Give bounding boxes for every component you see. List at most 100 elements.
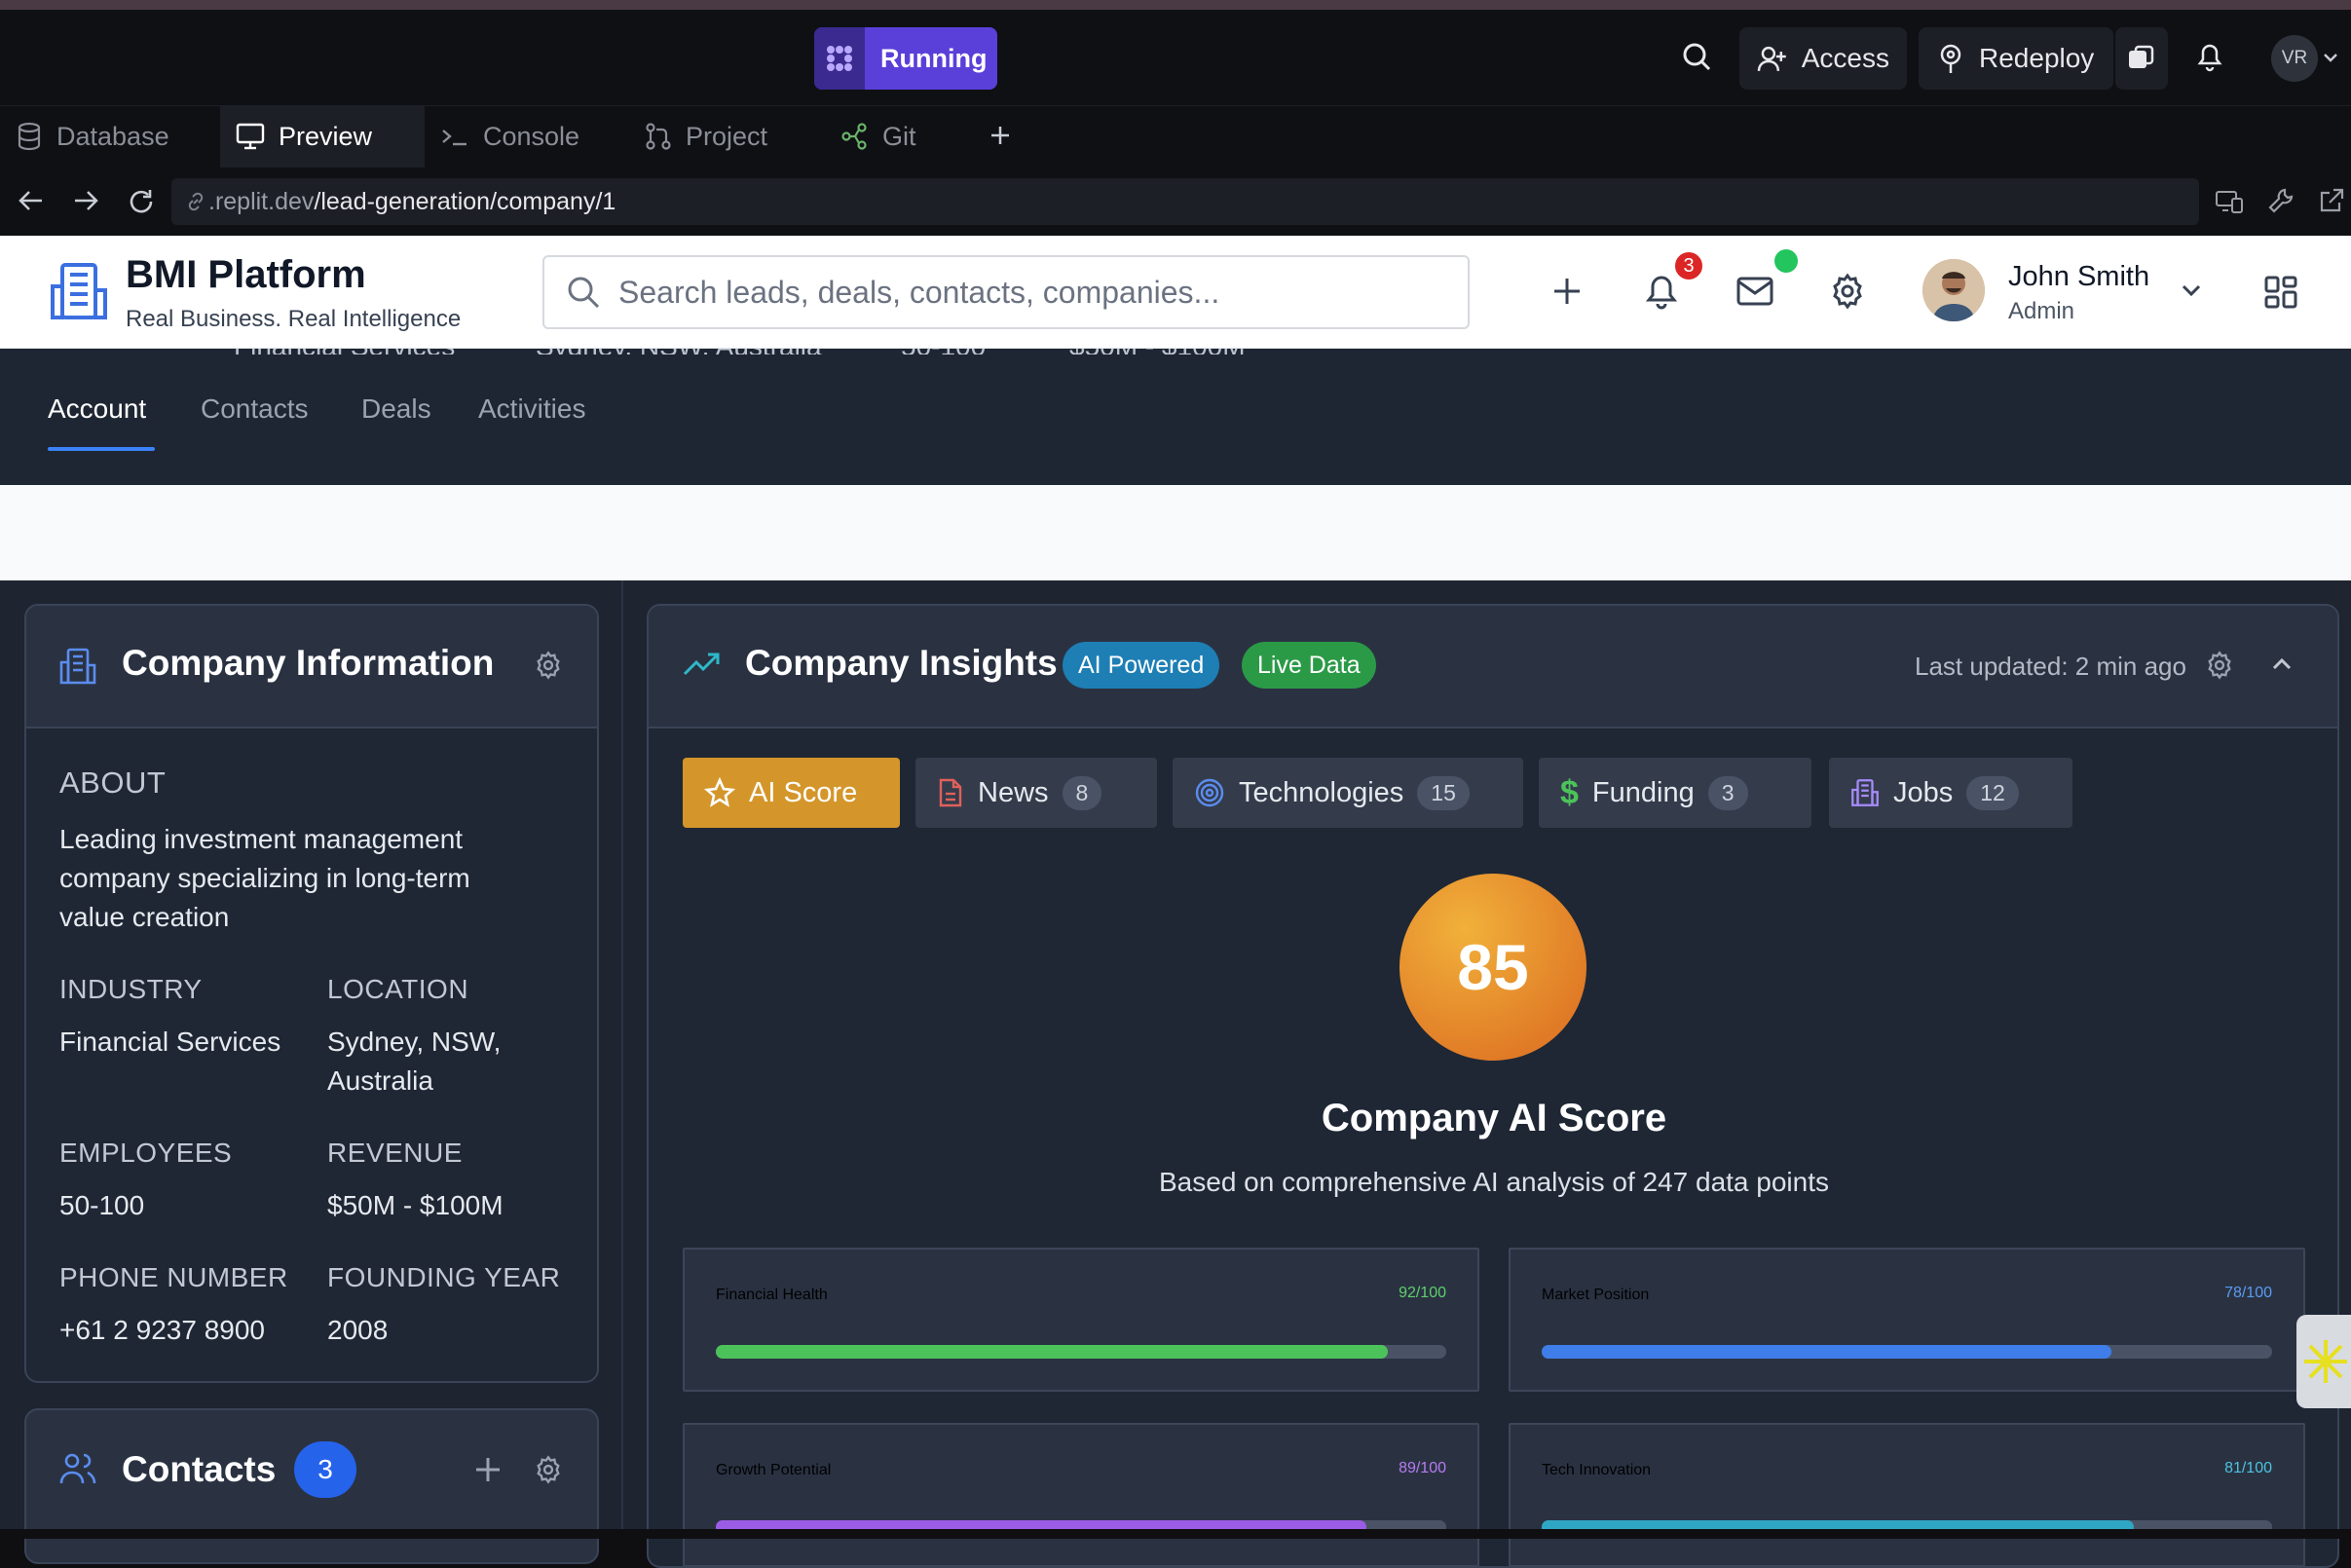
url-field[interactable]: .replit.dev/lead-generation/company/1 <box>171 178 2199 225</box>
building-logo-icon[interactable] <box>49 261 109 321</box>
monitor-icon <box>236 123 265 150</box>
notification-count: 3 <box>1683 254 1695 277</box>
tab-label: Funding <box>1591 776 1695 808</box>
collapse-chevron-up-icon[interactable] <box>2271 656 2293 672</box>
location-line-2: Australia <box>327 1065 433 1096</box>
live-data-label: Live Data <box>1257 651 1361 679</box>
avatar-initials: VR <box>2281 48 2308 68</box>
card-settings-gear-icon[interactable] <box>534 651 563 680</box>
tab-jobs[interactable]: Jobs 12 <box>1829 758 2072 828</box>
window-icon <box>2129 45 2154 68</box>
tab-activities[interactable]: Activities <box>478 393 585 425</box>
tab-label: Jobs <box>1893 776 1954 808</box>
metric-progress-fill <box>1542 1345 2111 1359</box>
chevron-down-icon[interactable] <box>2322 51 2339 64</box>
metric-score: 81/100 <box>2224 1460 2272 1476</box>
contacts-count-badge: 3 <box>294 1441 356 1498</box>
back-icon[interactable] <box>18 189 45 212</box>
tab-label: Preview <box>279 121 373 151</box>
tab-news[interactable]: News 8 <box>915 758 1157 828</box>
tab-account[interactable]: Account <box>48 393 146 425</box>
window-top-strip <box>0 0 2351 10</box>
tab-label: Database <box>56 121 169 151</box>
tab-deals[interactable]: Deals <box>361 393 431 425</box>
access-button[interactable]: Access <box>1739 27 1907 90</box>
external-link-icon[interactable] <box>2318 187 2345 214</box>
tab-label: Console <box>483 121 580 151</box>
phone-value[interactable]: +61 2 9237 8900 <box>59 1311 265 1350</box>
add-user-icon <box>1757 46 1786 71</box>
tab-label: Project <box>686 121 768 151</box>
insights-settings-gear-icon[interactable] <box>2205 651 2234 680</box>
search-placeholder: Search leads, deals, contacts, companies… <box>618 274 1220 310</box>
building-icon <box>58 647 97 686</box>
search-icon[interactable] <box>1681 41 1712 72</box>
ai-score-circle: 85 <box>1399 874 1586 1061</box>
metric-card <box>1509 1248 2305 1392</box>
phone-label: PHONE NUMBER <box>59 1262 288 1292</box>
global-search-input[interactable]: Search leads, deals, contacts, companies… <box>542 255 1470 329</box>
industry-value: Financial Services <box>59 1027 281 1057</box>
search-icon <box>568 277 600 309</box>
replit-logo-icon <box>814 27 865 90</box>
document-icon <box>939 778 962 807</box>
terminal-icon <box>442 130 466 146</box>
contacts-settings-gear-icon[interactable] <box>534 1455 563 1484</box>
gear-icon[interactable] <box>1829 273 1866 310</box>
mail-icon[interactable] <box>1735 275 1774 308</box>
last-updated-text: Last updated: 2 min ago <box>1915 652 2186 681</box>
tab-preview[interactable]: Preview <box>220 105 425 168</box>
tab-funding[interactable]: $ Funding 3 <box>1539 758 1811 828</box>
bell-icon[interactable] <box>2195 41 2224 72</box>
metric-name: Tech Innovation <box>1542 1462 1652 1478</box>
redeploy-button[interactable]: Redeploy <box>1919 27 2113 90</box>
wrench-icon[interactable] <box>2267 187 2295 214</box>
dollar-icon: $ <box>1560 773 1579 811</box>
tab-label: Git <box>882 121 916 151</box>
tab-technologies[interactable]: Technologies 15 <box>1173 758 1523 828</box>
tab-console[interactable]: Console <box>425 105 625 168</box>
ai-powered-label: AI Powered <box>1078 651 1205 679</box>
location-label: LOCATION <box>327 974 469 1004</box>
company-header-band <box>0 349 2351 485</box>
contacts-count: 3 <box>317 1454 333 1484</box>
score-title: Company AI Score <box>1321 1097 1667 1139</box>
user-name[interactable]: John Smith <box>2008 261 2149 293</box>
add-icon[interactable] <box>1550 275 1584 308</box>
forward-icon[interactable] <box>72 189 99 212</box>
tab-database[interactable]: Database <box>0 105 220 168</box>
reload-icon[interactable] <box>127 187 156 216</box>
run-status-button[interactable]: Running <box>814 27 997 90</box>
redeploy-label: Redeploy <box>1979 43 2095 73</box>
apps-grid-icon[interactable] <box>2263 275 2298 310</box>
tab-count: 15 <box>1417 775 1470 810</box>
tab-contacts[interactable]: Contacts <box>201 393 309 425</box>
contacts-title: Contacts <box>122 1449 277 1489</box>
metric-score: 89/100 <box>1399 1460 1446 1476</box>
brand-tagline: Real Business. Real Intelligence <box>126 306 462 332</box>
link-icon <box>188 192 204 211</box>
live-data-badge: Live Data <box>1242 642 1376 689</box>
deploy-options-button[interactable] <box>2115 27 2168 90</box>
branch-icon <box>646 123 671 150</box>
tab-count: 8 <box>1062 775 1102 810</box>
user-avatar[interactable] <box>1922 259 1985 321</box>
url-host: .replit.dev <box>208 187 315 215</box>
tab-git[interactable]: Git <box>824 105 970 168</box>
database-icon <box>18 122 41 151</box>
tab-project[interactable]: Project <box>629 105 824 168</box>
add-contact-icon[interactable] <box>473 1455 503 1484</box>
add-tab-icon[interactable] <box>988 123 1013 148</box>
content-spacer <box>0 485 2351 580</box>
location-line-1: Sydney, NSW, <box>327 1027 502 1057</box>
revenue-label: REVENUE <box>327 1138 463 1168</box>
brand-name[interactable]: BMI Platform <box>126 253 366 297</box>
avatar[interactable]: VR <box>2271 35 2318 82</box>
tab-ai-score[interactable]: AI Score <box>683 758 900 828</box>
tab-count: 12 <box>1966 775 2019 810</box>
notifications-bell-icon[interactable] <box>1644 271 1679 310</box>
floating-assistant-button[interactable] <box>2296 1315 2351 1408</box>
devices-icon[interactable] <box>2215 189 2244 214</box>
about-line-1: Leading investment management <box>59 824 464 854</box>
chevron-down-icon[interactable] <box>2180 282 2203 298</box>
